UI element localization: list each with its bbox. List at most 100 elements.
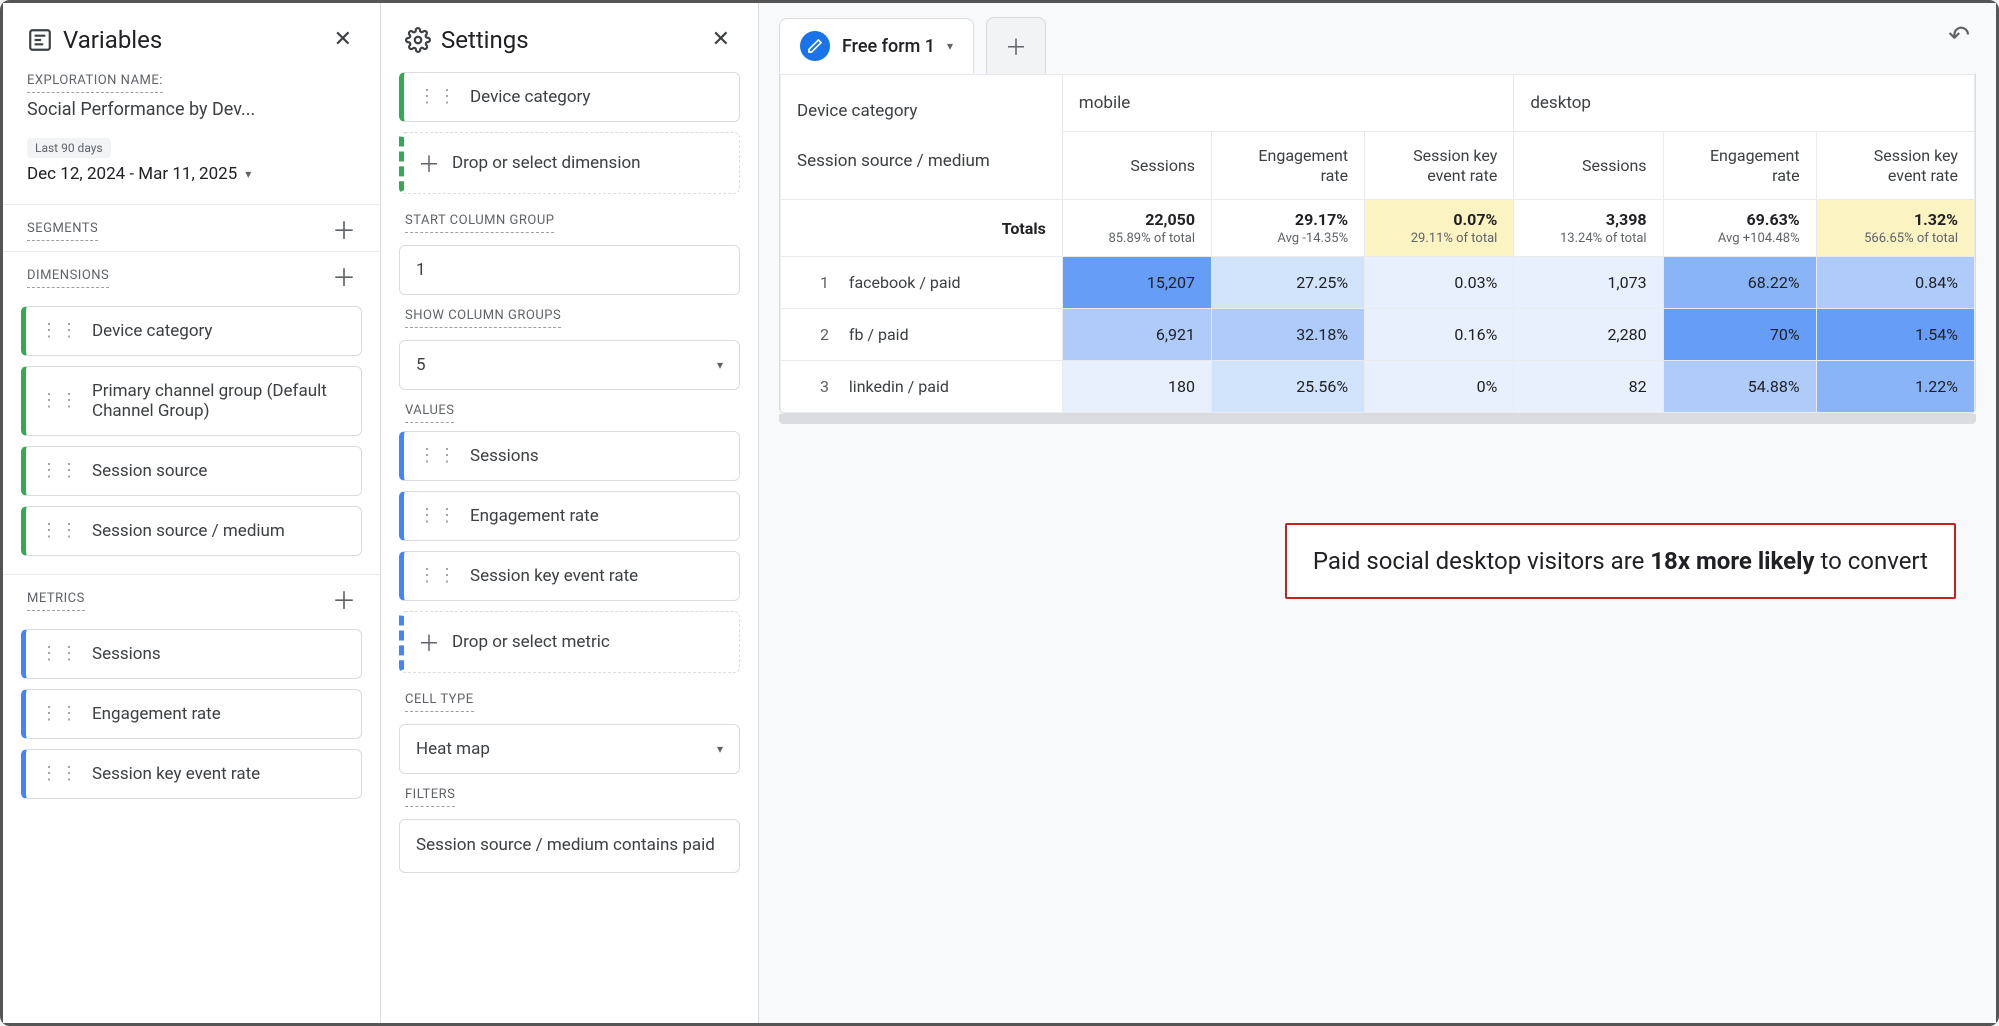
add-tab-button[interactable]: ＋ <box>986 17 1046 74</box>
select-value: Heat map <box>416 739 490 759</box>
add-metric-button[interactable]: ＋ <box>332 592 356 610</box>
tab-label: Free form 1 <box>842 36 935 57</box>
horizontal-scrollbar[interactable] <box>779 414 1976 424</box>
annotation-callout: Paid social desktop visitors are 18x mor… <box>1285 523 1956 599</box>
data-cell: 1.54% <box>1816 309 1974 361</box>
drag-icon: ⋮⋮ <box>40 325 80 337</box>
totals-cell: 22,05085.89% of total <box>1062 200 1211 257</box>
settings-title: Settings <box>405 26 529 54</box>
data-cell: 0% <box>1365 361 1514 413</box>
value-chip[interactable]: ⋮⋮ Session key event rate <box>399 551 740 601</box>
cell-type-label: CELL TYPE <box>405 692 474 712</box>
dimension-chip[interactable]: ⋮⋮Primary channel group (Default Channel… <box>21 366 362 436</box>
chip-label: Drop or select metric <box>452 632 610 652</box>
dimension-chip[interactable]: ⋮⋮ Session source <box>21 446 362 496</box>
filters-label: FILTERS <box>405 787 455 807</box>
totals-label: Totals <box>781 200 1063 257</box>
input-value: 1 <box>416 260 426 280</box>
dimension-chip[interactable]: ⋮⋮Session source / medium <box>21 506 362 556</box>
date-preset-chip[interactable]: Last 90 days <box>27 138 111 158</box>
show-column-groups-label: SHOW COLUMN GROUPS <box>405 308 561 328</box>
row-label: 1 facebook / paid <box>781 257 1063 309</box>
metric-chip[interactable]: ⋮⋮ Engagement rate <box>21 689 362 739</box>
drag-icon: ⋮⋮ <box>40 465 80 477</box>
chevron-down-icon: ▾ <box>717 742 723 756</box>
column-dimension-header: Device category <box>797 101 1046 121</box>
show-column-groups-select[interactable]: 5 ▾ <box>399 340 740 390</box>
variables-title: Variables <box>27 26 162 54</box>
chevron-down-icon[interactable]: ▾ <box>947 39 953 53</box>
close-icon[interactable]: ✕ <box>330 23 356 56</box>
close-icon[interactable]: ✕ <box>708 23 734 56</box>
drop-dimension-slot[interactable]: ＋ Drop or select dimension <box>399 132 740 194</box>
gear-icon <box>405 27 431 53</box>
chip-label: Session key event rate <box>92 764 260 784</box>
row-dimension-header: Session source / medium <box>797 151 1046 171</box>
totals-cell: 69.63%Avg +104.48% <box>1663 200 1816 257</box>
tab-free-form[interactable]: Free form 1 ▾ <box>779 18 974 73</box>
drag-icon: ⋮⋮ <box>40 708 80 720</box>
exploration-canvas: Free form 1 ▾ ＋ ↶ Device category Sessio… <box>759 3 1996 1023</box>
chip-label: Primary channel group (Default Channel G… <box>92 381 347 421</box>
segments-label: SEGMENTS <box>27 221 98 241</box>
chip-label: Engagement rate <box>92 704 221 724</box>
data-cell: 0.16% <box>1365 309 1514 361</box>
add-dimension-button[interactable]: ＋ <box>332 269 356 287</box>
filter-text: Session source / medium contains paid <box>416 834 715 858</box>
drag-icon: ⋮⋮ <box>418 510 458 522</box>
exploration-name[interactable]: Social Performance by Dev... <box>3 93 380 138</box>
data-cell: 25.56% <box>1212 361 1365 413</box>
add-segment-button[interactable]: ＋ <box>332 222 356 240</box>
value-chip[interactable]: ⋮⋮ Engagement rate <box>399 491 740 541</box>
filter-chip[interactable]: Session source / medium contains paid <box>399 819 740 873</box>
start-column-group-input[interactable]: 1 <box>399 245 740 295</box>
data-cell: 27.25% <box>1212 257 1365 309</box>
chip-label: Session key event rate <box>470 566 638 586</box>
settings-panel: Settings ✕ ⋮⋮ Device category ＋ Drop or … <box>381 3 759 1023</box>
drag-icon: ⋮⋮ <box>418 91 458 103</box>
table-row: 3 linkedin / paid18025.56%0%8254.88%1.22… <box>781 361 1975 413</box>
date-range-selector[interactable]: Dec 12, 2024 - Mar 11, 2025 ▾ <box>3 164 380 204</box>
data-cell: 180 <box>1062 361 1211 413</box>
metric-chip[interactable]: ⋮⋮ Session key event rate <box>21 749 362 799</box>
plus-icon: ＋ <box>1005 30 1027 62</box>
data-cell: 70% <box>1663 309 1816 361</box>
drop-metric-slot[interactable]: ＋Drop or select metric <box>399 611 740 673</box>
chip-label: Sessions <box>470 446 539 466</box>
values-label: VALUES <box>405 403 454 423</box>
value-chip[interactable]: ⋮⋮Sessions <box>399 431 740 481</box>
row-label: 3 linkedin / paid <box>781 361 1063 413</box>
data-cell: 54.88% <box>1663 361 1816 413</box>
plus-icon: ＋ <box>418 147 440 179</box>
chip-label: Session source / medium <box>92 521 285 541</box>
dimension-chip[interactable]: ⋮⋮Device category <box>21 306 362 356</box>
drag-icon: ⋮⋮ <box>418 570 458 582</box>
data-cell: 1.22% <box>1816 361 1974 413</box>
chip-label: Drop or select dimension <box>452 153 641 173</box>
data-cell: 0.03% <box>1365 257 1514 309</box>
select-value: 5 <box>416 355 426 375</box>
drag-icon: ⋮⋮ <box>40 648 80 660</box>
totals-cell: 1.32%566.65% of total <box>1816 200 1974 257</box>
undo-icon[interactable]: ↶ <box>1948 21 1970 51</box>
totals-cell: 3,39813.24% of total <box>1514 200 1663 257</box>
data-cell: 2,280 <box>1514 309 1663 361</box>
col-group-desktop: desktop <box>1514 75 1975 132</box>
chip-label: Engagement rate <box>470 506 599 526</box>
chevron-down-icon: ▾ <box>717 358 723 372</box>
data-cell: 15,207 <box>1062 257 1211 309</box>
table-row: 1 facebook / paid15,20727.25%0.03%1,0736… <box>781 257 1975 309</box>
drag-icon: ⋮⋮ <box>40 768 80 780</box>
column-dimension-chip[interactable]: ⋮⋮ Device category <box>399 72 740 122</box>
metric-chip[interactable]: ⋮⋮Sessions <box>21 629 362 679</box>
pencil-icon <box>800 31 830 61</box>
metric-header: Sessions <box>1514 132 1663 200</box>
table-row: 2 fb / paid6,92132.18%0.16%2,28070%1.54% <box>781 309 1975 361</box>
chevron-down-icon: ▾ <box>245 167 251 181</box>
date-range-text: Dec 12, 2024 - Mar 11, 2025 <box>27 164 237 184</box>
exploration-name-label: EXPLORATION NAME: <box>27 73 163 93</box>
cell-type-select[interactable]: Heat map ▾ <box>399 724 740 774</box>
variables-icon <box>27 27 53 53</box>
col-group-mobile: mobile <box>1062 75 1514 132</box>
chip-label: Session source <box>92 461 207 481</box>
